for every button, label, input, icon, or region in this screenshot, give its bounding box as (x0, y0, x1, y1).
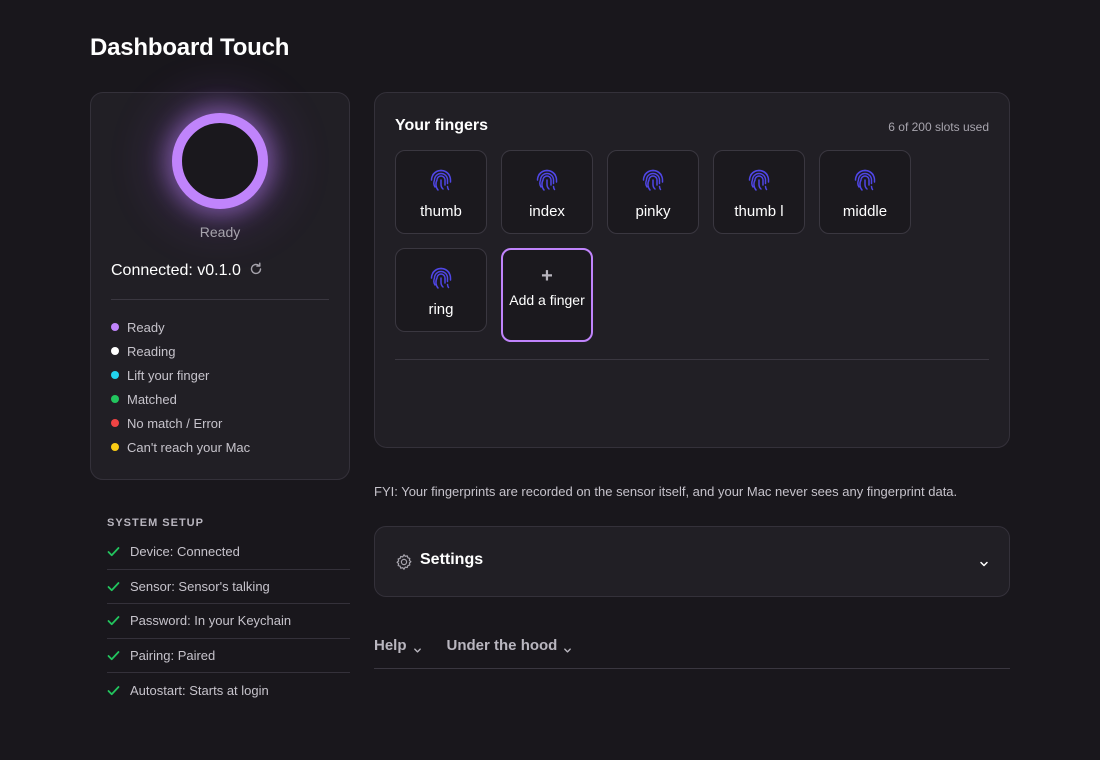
legend-item: No match / Error (111, 411, 250, 435)
fingerprint-icon (744, 165, 774, 195)
system-setup-heading: SYSTEM SETUP (107, 517, 204, 529)
finger-tile[interactable]: thumb (395, 150, 487, 234)
finger-tile[interactable]: index (501, 150, 593, 234)
chevron-down-icon (979, 556, 989, 567)
nav-item-label: Help (374, 636, 407, 654)
settings-accordion[interactable]: Settings (374, 526, 1010, 597)
setup-item: Autostart: Starts at login (107, 673, 350, 708)
fingers-card: Your fingers 6 of 200 slots used + Add a… (374, 92, 1010, 448)
setup-item-label: Password: In your Keychain (130, 613, 292, 629)
dashboard-page: Dashboard Touch Ready Connected: v0.1.0 … (0, 0, 1100, 760)
setup-item-label: Pairing: Paired (130, 648, 216, 664)
legend-label: Reading (127, 343, 176, 359)
legend-label: Ready (127, 319, 165, 335)
legend-item: Can't reach your Mac (111, 435, 250, 459)
divider (395, 359, 989, 360)
setup-item: Pairing: Paired (107, 639, 350, 674)
status-dot-icon (111, 395, 119, 403)
settings-label: Settings (420, 551, 484, 568)
nav-item-under-the-hood[interactable]: Under the hood (447, 634, 573, 656)
status-dot-icon (111, 419, 119, 427)
setup-item: Sensor: Sensor's talking (107, 570, 350, 605)
fingerprint-icon (532, 165, 562, 195)
legend-label: No match / Error (127, 415, 223, 431)
bottom-nav: Help Under the hood (374, 634, 1010, 669)
connection-status: Connected: v0.1.0 (111, 262, 241, 279)
divider (111, 299, 329, 300)
slots-used-count: 6 of 200 slots used (888, 120, 989, 134)
legend-label: Matched (127, 391, 177, 407)
fingerprint-icon (638, 165, 668, 195)
status-dot-icon (111, 443, 119, 451)
page-title: Dashboard Touch (90, 34, 290, 61)
legend-item: Ready (111, 315, 250, 339)
check-icon (107, 614, 120, 627)
fingerprint-icon (426, 165, 456, 195)
system-setup-list: Device: Connected Sensor: Sensor's talkin… (107, 535, 350, 708)
finger-tile[interactable]: middle (819, 150, 911, 234)
check-icon (107, 684, 120, 697)
legend-item: Lift your finger (111, 363, 250, 387)
status-dot-icon (111, 347, 119, 355)
connection-row: Connected: v0.1.0 (111, 262, 263, 280)
check-icon (107, 649, 120, 662)
finger-tile[interactable]: pinky (607, 150, 699, 234)
nav-item-help[interactable]: Help (374, 634, 422, 656)
gear-icon (395, 553, 413, 571)
refresh-icon[interactable] (249, 262, 263, 276)
ring-status-label: Ready (199, 224, 241, 240)
legend-item: Matched (111, 387, 250, 411)
setup-item: Device: Connected (107, 535, 350, 570)
finger-label: thumb l (734, 203, 784, 220)
add-finger-label: Add a finger (509, 292, 585, 308)
check-icon (107, 580, 120, 593)
status-ring (172, 113, 268, 209)
fyi-note: FYI: Your fingerprints are recorded on t… (374, 484, 958, 499)
nav-item-label: Under the hood (446, 636, 558, 654)
legend-label: Can't reach your Mac (127, 439, 251, 455)
fingers-title: Your fingers (395, 117, 489, 134)
setup-item: Password: In your Keychain (107, 604, 350, 639)
finger-tile[interactable]: ring (395, 248, 487, 332)
add-finger-button[interactable]: + Add a finger (501, 248, 593, 342)
setup-item-label: Sensor: Sensor's talking (130, 578, 270, 594)
finger-label: ring (428, 301, 454, 318)
fingerprint-icon (850, 165, 880, 195)
status-card: Ready Connected: v0.1.0 Ready Reading Lift… (90, 92, 350, 480)
finger-tile[interactable]: thumb l (713, 150, 805, 234)
finger-label: pinky (635, 203, 671, 220)
setup-item-label: Device: Connected (130, 544, 240, 560)
chevron-down-icon (563, 642, 572, 653)
finger-label: middle (842, 203, 888, 220)
status-dot-icon (111, 323, 119, 331)
chevron-down-icon (413, 642, 422, 653)
status-legend: Ready Reading Lift your finger Matched No ma… (111, 315, 250, 459)
status-dot-icon (111, 371, 119, 379)
legend-label: Lift your finger (127, 367, 210, 383)
legend-item: Reading (111, 339, 250, 363)
setup-item-label: Autostart: Starts at login (130, 683, 269, 699)
check-icon (107, 545, 120, 558)
finger-label: index (529, 203, 565, 220)
plus-icon: + (541, 265, 553, 287)
finger-label: thumb (420, 203, 462, 220)
fingerprint-icon (426, 263, 456, 293)
